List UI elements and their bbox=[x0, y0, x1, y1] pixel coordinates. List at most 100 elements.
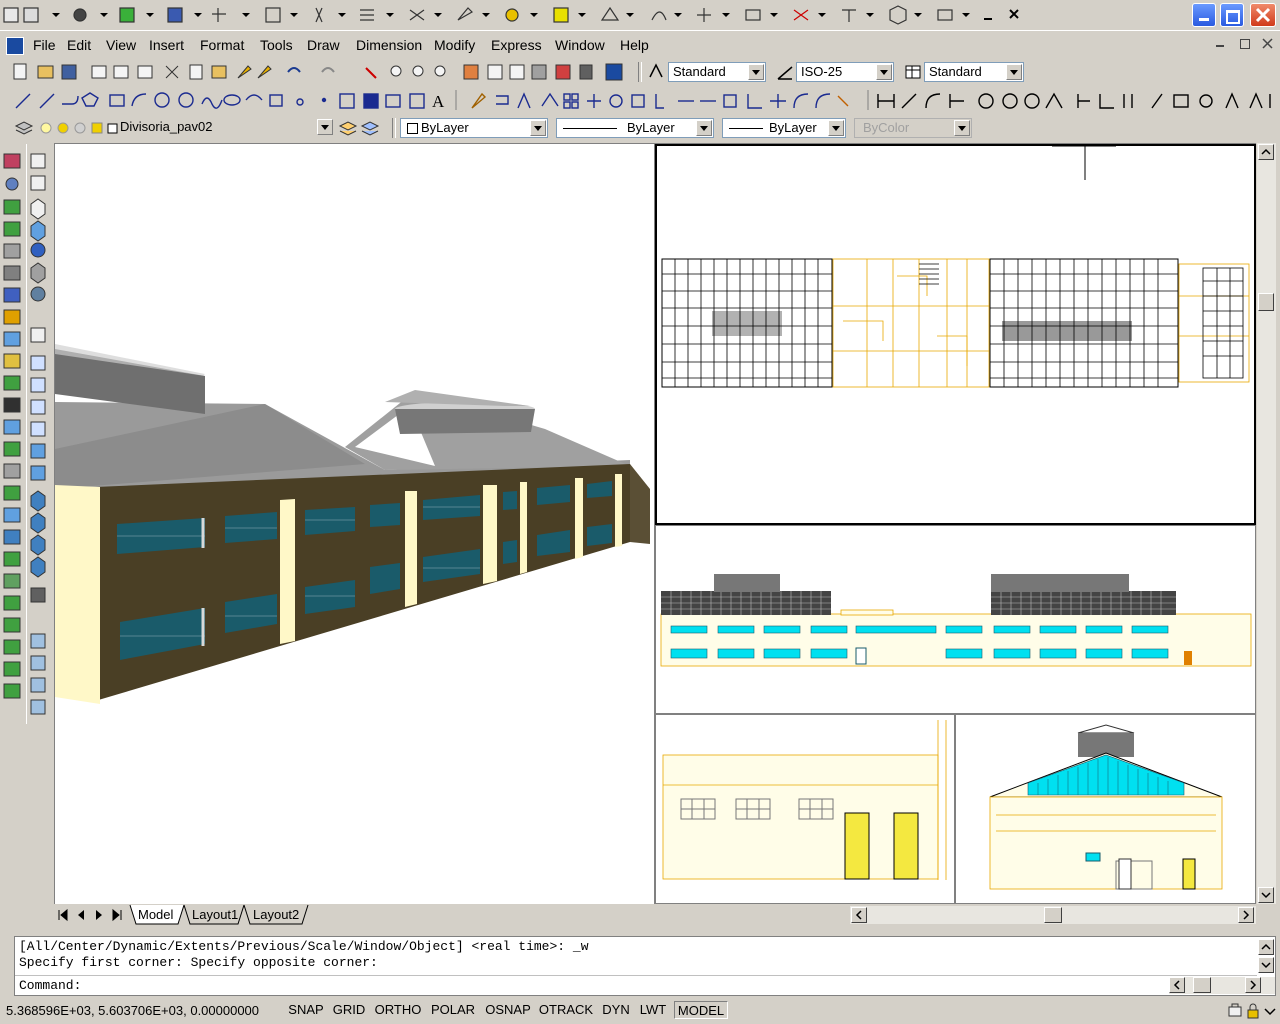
menu-express[interactable]: Express bbox=[491, 36, 542, 54]
tab-layout2[interactable]: Layout2 bbox=[253, 906, 299, 924]
otrack-toggle[interactable]: OTRACK bbox=[536, 1001, 596, 1019]
chevron-left-icon bbox=[855, 910, 862, 920]
viewport-elevation[interactable] bbox=[655, 525, 1256, 714]
chevron-up-icon bbox=[1261, 943, 1271, 950]
left-toolbar-2-icons[interactable] bbox=[27, 144, 51, 724]
layers-toolbar: Divisoria_pav02 ByLayer ByLayer ByLayer … bbox=[0, 114, 1280, 142]
cmd-scroll-thumb[interactable] bbox=[1193, 977, 1211, 993]
polar-toggle[interactable]: POLAR bbox=[428, 1001, 478, 1019]
chevron-down-icon bbox=[748, 64, 764, 80]
chevron-down-icon bbox=[530, 120, 546, 136]
dim-style-icon[interactable] bbox=[776, 63, 794, 81]
doc-close-icon[interactable] bbox=[1262, 38, 1274, 50]
toolbar-separator bbox=[392, 118, 396, 138]
layer-dropdown[interactable]: Divisoria_pav02 bbox=[116, 118, 334, 138]
layer-name: Divisoria_pav02 bbox=[120, 119, 213, 134]
cmd-scroll-right-button[interactable] bbox=[1245, 977, 1261, 993]
command-history-line-2: Specify first corner: Specify opposite c… bbox=[19, 955, 378, 970]
lineweight-value: ByLayer bbox=[769, 120, 817, 135]
tab-prev-icon[interactable] bbox=[74, 908, 88, 922]
osnap-toggle[interactable]: OSNAP bbox=[482, 1001, 534, 1019]
linetype-dropdown[interactable]: ByLayer bbox=[556, 118, 714, 138]
viewport-side-left[interactable] bbox=[655, 714, 955, 904]
layer-manager-icon[interactable] bbox=[14, 118, 34, 138]
menu-format[interactable]: Format bbox=[200, 36, 244, 54]
plot-style-dropdown: ByColor bbox=[854, 118, 972, 138]
tab-first-icon[interactable] bbox=[56, 908, 70, 922]
toolbar-separator bbox=[638, 62, 642, 82]
viewport-3d[interactable] bbox=[55, 144, 655, 904]
table-style-icon[interactable] bbox=[904, 63, 922, 81]
scroll-right-button[interactable] bbox=[1238, 907, 1254, 923]
chevron-down-icon bbox=[954, 120, 970, 136]
toolbar-icons-strip[interactable] bbox=[0, 0, 1280, 30]
lineweight-dropdown[interactable]: ByLayer bbox=[722, 118, 846, 138]
maximize-button[interactable] bbox=[1220, 3, 1244, 27]
layer-previous-icon[interactable] bbox=[360, 118, 380, 138]
color-dropdown[interactable]: ByLayer bbox=[400, 118, 548, 138]
chevron-right-icon bbox=[1250, 980, 1257, 990]
ortho-toggle[interactable]: ORTHO bbox=[372, 1001, 424, 1019]
scroll-h-thumb[interactable] bbox=[1044, 907, 1062, 923]
cmd-h-scrollbar[interactable] bbox=[1169, 977, 1275, 994]
scroll-up-button[interactable] bbox=[1258, 144, 1274, 160]
dim-style-dropdown[interactable]: ISO-25 bbox=[796, 62, 894, 82]
command-history-line-1: [All/Center/Dynamic/Extents/Previous/Sca… bbox=[19, 939, 589, 954]
side-elevation-left-drawing bbox=[662, 720, 947, 880]
restore-icon bbox=[1226, 10, 1240, 24]
chevron-down-icon bbox=[1006, 64, 1022, 80]
menu-bar: File Edit View Insert Format Tools Draw … bbox=[0, 30, 1280, 59]
cmd-scroll-left-button[interactable] bbox=[1169, 977, 1185, 993]
cmd-scroll-up-button[interactable] bbox=[1258, 939, 1274, 955]
close-button[interactable] bbox=[1250, 3, 1276, 27]
command-prompt[interactable]: Command: bbox=[19, 978, 81, 994]
dyn-toggle[interactable]: DYN bbox=[599, 1001, 633, 1019]
menu-modify[interactable]: Modify bbox=[434, 36, 475, 54]
viewport-plan[interactable] bbox=[655, 144, 1256, 525]
standard-toolbar-icons[interactable] bbox=[0, 58, 640, 86]
tab-layout1[interactable]: Layout1 bbox=[192, 906, 238, 924]
tray-settings-icon[interactable] bbox=[1226, 1002, 1244, 1020]
cmd-scroll-down-button[interactable] bbox=[1258, 957, 1274, 973]
command-window[interactable]: [All/Center/Dynamic/Extents/Previous/Sca… bbox=[14, 936, 1276, 996]
table-style-dropdown[interactable]: Standard bbox=[924, 62, 1024, 82]
menu-dimension[interactable]: Dimension bbox=[356, 36, 422, 54]
draw-modify-icons[interactable]: A bbox=[0, 86, 1280, 114]
make-layer-current-icon[interactable] bbox=[338, 118, 358, 138]
tab-last-icon[interactable] bbox=[110, 908, 124, 922]
app-icon[interactable] bbox=[6, 37, 24, 55]
menu-draw[interactable]: Draw bbox=[307, 36, 340, 54]
grid-toggle[interactable]: GRID bbox=[330, 1001, 368, 1019]
lwt-toggle[interactable]: LWT bbox=[636, 1001, 670, 1019]
minimize-button[interactable] bbox=[1192, 3, 1216, 27]
menu-view[interactable]: View bbox=[106, 36, 136, 54]
text-style-dropdown[interactable]: Standard bbox=[668, 62, 766, 82]
menu-window[interactable]: Window bbox=[555, 36, 605, 54]
tab-next-icon[interactable] bbox=[92, 908, 106, 922]
chevron-down-icon bbox=[317, 119, 333, 135]
scroll-left-button[interactable] bbox=[851, 907, 867, 923]
doc-minimize-icon[interactable] bbox=[1216, 45, 1224, 47]
menu-file[interactable]: File bbox=[33, 36, 56, 54]
chevron-down-icon bbox=[828, 120, 844, 136]
menu-edit[interactable]: Edit bbox=[67, 36, 91, 54]
scroll-thumb[interactable] bbox=[1258, 293, 1274, 311]
scroll-down-button[interactable] bbox=[1258, 887, 1274, 903]
statusbar-menu-icon[interactable] bbox=[1264, 1006, 1276, 1018]
viewport-side-right[interactable] bbox=[955, 714, 1256, 904]
tab-model[interactable]: Model bbox=[138, 906, 173, 924]
horizontal-scrollbar[interactable] bbox=[850, 906, 1256, 924]
doc-restore-icon[interactable] bbox=[1240, 39, 1250, 49]
snap-toggle[interactable]: SNAP bbox=[286, 1001, 326, 1019]
layer-status-icons[interactable] bbox=[36, 118, 120, 138]
side-elevation-right-drawing bbox=[989, 724, 1223, 890]
text-style-icon[interactable] bbox=[648, 63, 666, 81]
menu-help[interactable]: Help bbox=[620, 36, 649, 54]
menu-insert[interactable]: Insert bbox=[149, 36, 184, 54]
model-space-toggle[interactable]: MODEL bbox=[674, 1001, 728, 1019]
vertical-scrollbar[interactable] bbox=[1257, 143, 1276, 904]
chevron-up-icon bbox=[1261, 148, 1271, 155]
menu-tools[interactable]: Tools bbox=[260, 36, 293, 54]
left-toolbar-1-icons[interactable] bbox=[0, 144, 24, 714]
lock-icon[interactable] bbox=[1244, 1002, 1262, 1020]
